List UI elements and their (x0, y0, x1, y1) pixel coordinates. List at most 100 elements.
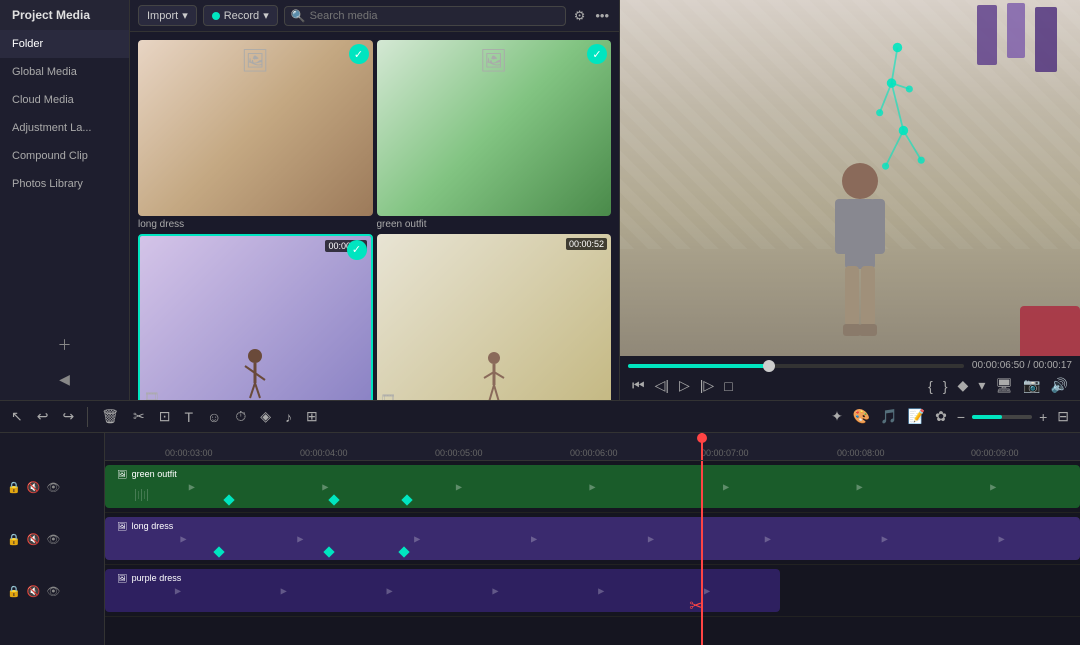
filter-icon[interactable]: ⚙ (572, 6, 588, 26)
track-diamond (398, 546, 409, 557)
timeline-section: ↖ ↩ ↪ 🗑 ✂ ⊡ T ☺ ⏱ ◈ ♪ ⊞ ✦ 🎨 🎵 📝 ✿ − + ⊟ (0, 400, 1080, 645)
add-folder-button[interactable]: ＋ (6, 331, 123, 359)
audio-button[interactable]: 🔊 (1047, 375, 1072, 396)
film-icon: 🎞 (144, 390, 159, 400)
audio-track-button[interactable]: 🎵 (877, 405, 900, 428)
color-button[interactable]: ◈ (257, 405, 274, 428)
sidebar-item-folder[interactable]: Folder (0, 30, 129, 58)
delete-button[interactable]: 🗑 (98, 405, 122, 428)
ruler-mark: 00:00:05:00 (435, 448, 483, 458)
search-icon: 🔍 (291, 9, 306, 23)
track-purple-dress[interactable]: 🖼 purple dress ▶ ▶ ▶ ▶ ▶ ▶ (105, 565, 1080, 617)
media-thumb: 🖼 ✓ (138, 40, 373, 216)
timeline-toolbar: ↖ ↩ ↪ 🗑 ✂ ⊡ T ☺ ⏱ ◈ ♪ ⊞ ✦ 🎨 🎵 📝 ✿ − + ⊟ (0, 401, 1080, 433)
frame-back-button[interactable]: ◁| (651, 375, 673, 396)
track-ctrl-long-dress: 🔒 🔇 👁 (0, 513, 104, 565)
frame-forward-button[interactable]: |▷ (696, 375, 718, 396)
snapshot-button[interactable]: 📷 (1019, 375, 1044, 396)
select-tool-button[interactable]: ↖ (8, 405, 26, 428)
zoom-track[interactable] (972, 415, 1032, 419)
media-toolbar: Import ▾ Record ▾ 🔍 ⚙ ••• (130, 0, 619, 32)
search-input[interactable] (310, 10, 559, 22)
panel-title: Project Media (0, 0, 129, 30)
redo-button[interactable]: ↪ (59, 405, 77, 428)
progress-fill (628, 364, 769, 368)
collapse-panel-button[interactable]: ◀ (6, 367, 123, 392)
more-ctrl-button[interactable]: ▾ (974, 375, 989, 396)
track-mute-button[interactable]: 🔇 (26, 480, 42, 495)
clip-long-dress[interactable]: 🖼 long dress ▶ ▶ ▶ ▶ ▶ ▶ ▶ ▶ (105, 517, 1080, 560)
media-panel: Import ▾ Record ▾ 🔍 ⚙ ••• 🖼 (130, 0, 620, 400)
current-time-display: 00:00:06:50 / 00:00:17 (972, 360, 1072, 371)
track-mute-button[interactable]: 🔇 (26, 532, 42, 547)
media-label: green outfit (377, 219, 612, 230)
zoom-in-button[interactable]: + (1036, 406, 1050, 428)
sidebar-item-global[interactable]: Global Media (0, 58, 129, 86)
track-eye-button[interactable]: 👁 (45, 532, 61, 547)
film-icon: 🎞 (381, 392, 396, 400)
zoom-out-button[interactable]: − (954, 406, 968, 428)
media-item[interactable]: 🖼 ✓ green outfit (377, 40, 612, 230)
more-options-icon[interactable]: ••• (593, 6, 611, 25)
timeline-ruler: 00:00:03:00 00:00:04:00 00:00:05:00 00:0… (105, 433, 1080, 461)
ai-button[interactable]: ✿ (932, 405, 950, 428)
search-box: 🔍 (284, 6, 566, 26)
effects-button[interactable]: ✦ (828, 405, 846, 428)
preview-panel: 00:00:06:50 / 00:00:17 ⏮ ◁| ▷ |▷ □ { } ◆ (620, 0, 1080, 400)
media-item[interactable]: 🖼 ✓ long dress (138, 40, 373, 230)
timeline-content: 00:00:03:00 00:00:04:00 00:00:05:00 00:0… (105, 433, 1080, 645)
track-controls: 🔒 🔇 👁 🔒 🔇 👁 🔒 🔇 👁 (0, 433, 105, 645)
zoom-fill (972, 415, 1002, 419)
track-long-dress[interactable]: 🖼 long dress ▶ ▶ ▶ ▶ ▶ ▶ ▶ ▶ (105, 513, 1080, 565)
mark-in-button[interactable]: { (924, 376, 937, 396)
clip-green-outfit[interactable]: 🖼 green outfit (105, 465, 1080, 508)
sidebar-item-adjustment[interactable]: Adjustment La... (0, 114, 129, 142)
media-grid: 🖼 ✓ long dress 🖼 ✓ green outfit (130, 32, 619, 400)
track-diamond (213, 546, 224, 557)
record-button[interactable]: Record ▾ (203, 5, 278, 26)
toolbar-separator (87, 407, 88, 427)
layout-button[interactable]: ⊟ (1054, 405, 1072, 428)
play-button[interactable]: ▷ (675, 375, 694, 396)
sticker-button[interactable]: ☺ (204, 406, 224, 428)
tracks-container: 🖼 green outfit (105, 461, 1080, 645)
track-eye-button[interactable]: 👁 (45, 480, 61, 495)
sidebar-item-cloud[interactable]: Cloud Media (0, 86, 129, 114)
sidebar-item-compound[interactable]: Compound Clip (0, 142, 129, 170)
check-badge: ✓ (347, 240, 367, 260)
import-button[interactable]: Import ▾ (138, 5, 197, 26)
color-grade-button[interactable]: 🎨 (850, 405, 873, 428)
progress-thumb[interactable] (763, 360, 775, 372)
crop-button[interactable]: ⊡ (156, 405, 174, 428)
monitor-button[interactable]: 🖥 (991, 375, 1017, 396)
media-item[interactable]: 00:00:52 🎞 copy_F4AE1CFE-7B03-47... (377, 234, 612, 400)
preview-controls: 00:00:06:50 / 00:00:17 ⏮ ◁| ▷ |▷ □ { } ◆ (620, 356, 1080, 400)
track-lock-button[interactable]: 🔒 (6, 480, 22, 495)
playhead-line[interactable] (701, 461, 703, 645)
audio-extract-button[interactable]: ♪ (282, 406, 295, 428)
ruler-mark: 00:00:07:00 (701, 448, 749, 458)
check-badge: ✓ (349, 44, 369, 64)
track-mute-button[interactable]: 🔇 (26, 584, 42, 599)
sidebar-item-photos[interactable]: Photos Library (0, 170, 129, 198)
keyframe-button[interactable]: ◆ (954, 375, 973, 396)
skip-back-button[interactable]: ⏮ (628, 375, 649, 396)
progress-track[interactable] (628, 364, 964, 368)
record-chevron-icon: ▾ (263, 9, 269, 22)
text-button[interactable]: T (181, 406, 196, 428)
media-item[interactable]: 00:00:39 🎞 ✓ copy_F4AE1CFE-7B03-47... (138, 234, 373, 400)
stop-button[interactable]: □ (720, 376, 736, 396)
cut-button[interactable]: ✂ (130, 405, 148, 428)
multi-button[interactable]: ⊞ (303, 405, 321, 428)
record-dot-icon (212, 12, 220, 20)
track-green-outfit[interactable]: 🖼 green outfit (105, 461, 1080, 513)
track-diamond (323, 546, 334, 557)
track-eye-button[interactable]: 👁 (45, 584, 61, 599)
undo-button[interactable]: ↩ (34, 405, 52, 428)
track-lock-button[interactable]: 🔒 (6, 532, 22, 547)
track-lock-button[interactable]: 🔒 (6, 584, 22, 599)
mark-out-button[interactable]: } (939, 376, 952, 396)
text-track-button[interactable]: 📝 (905, 405, 928, 428)
speed-button[interactable]: ⏱ (232, 405, 249, 428)
clip-purple-dress[interactable]: 🖼 purple dress ▶ ▶ ▶ ▶ ▶ ▶ (105, 569, 780, 612)
